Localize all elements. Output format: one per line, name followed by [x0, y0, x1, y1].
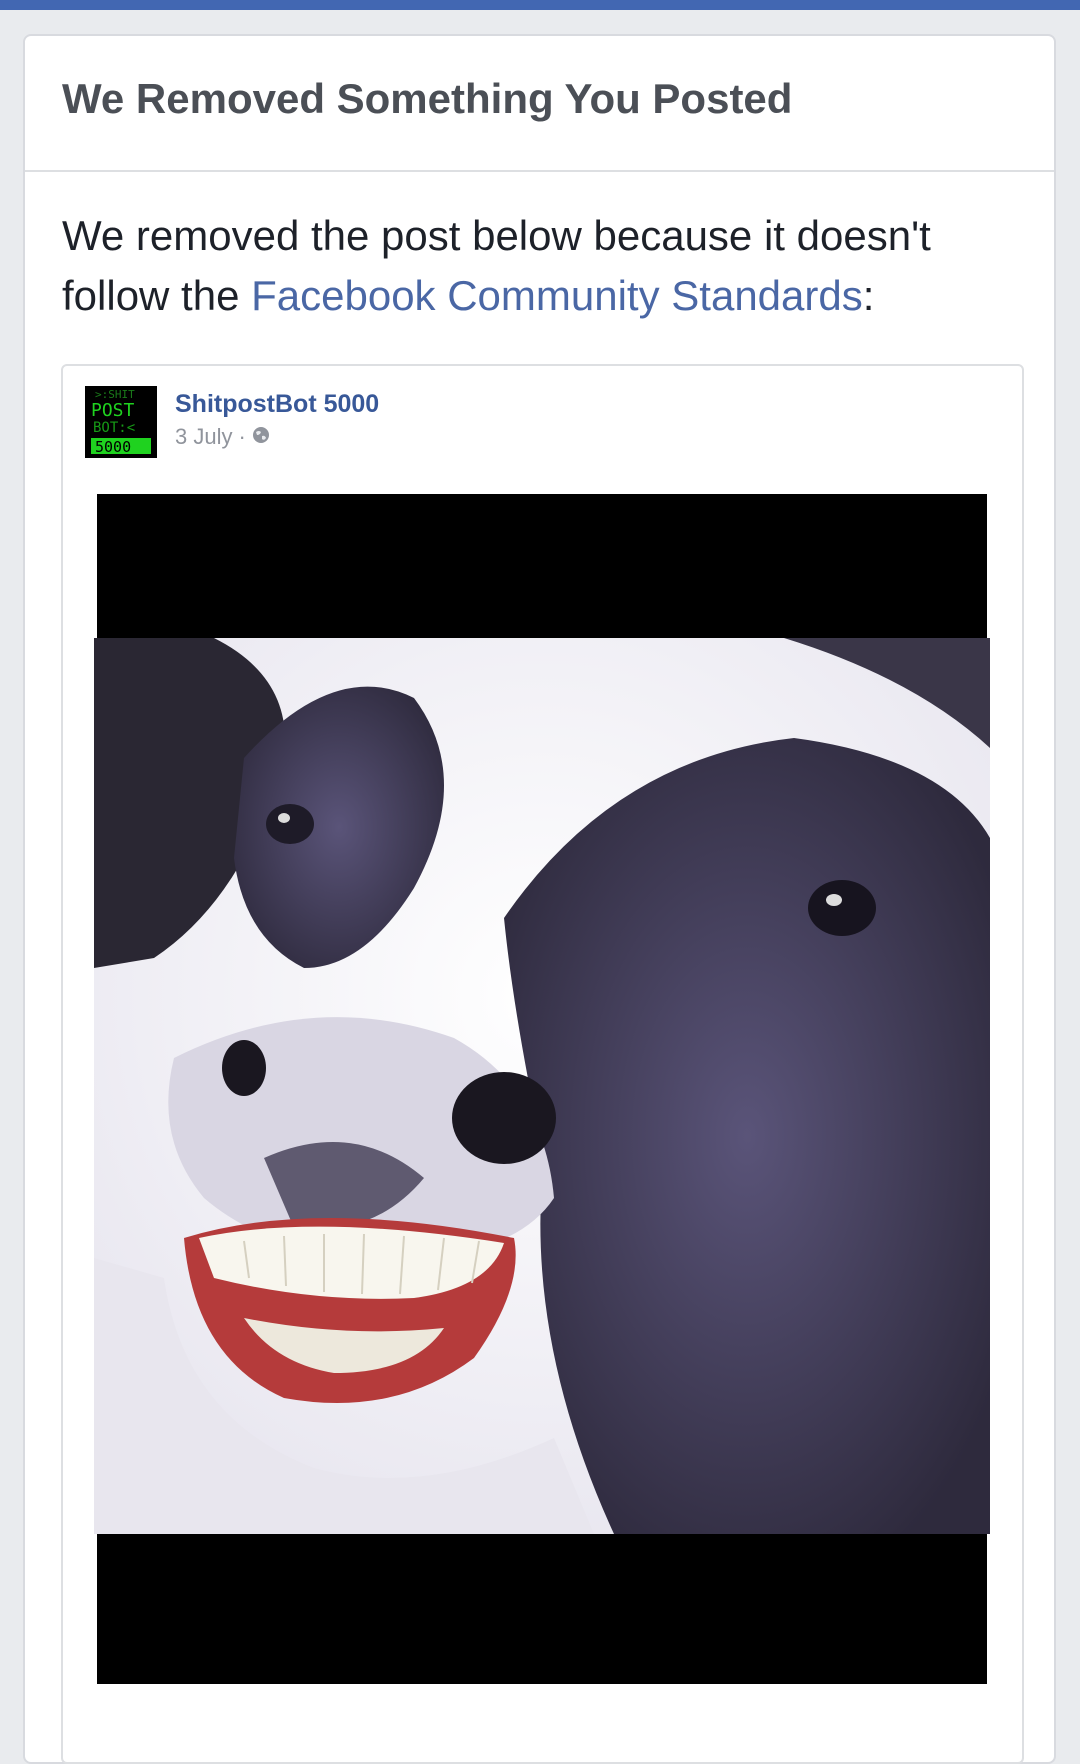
avatar-line4: 5000 [95, 438, 131, 456]
post-date[interactable]: 3 July [175, 424, 232, 450]
removed-post: >:SHIT POST BOT:< 5000 ShitpostBot 5000 … [61, 364, 1024, 1764]
post-media[interactable] [94, 494, 990, 1684]
avatar-line2: POST [91, 400, 135, 421]
cow-image [94, 638, 990, 1534]
removal-notice-card: We Removed Something You Posted We remov… [23, 34, 1056, 1764]
meta-separator: · [238, 424, 246, 449]
cow-photo [94, 638, 990, 1534]
card-title: We Removed Something You Posted [62, 75, 793, 122]
message-suffix: : [862, 272, 875, 319]
globe-icon [252, 424, 270, 450]
post-meta: 3 July · [175, 424, 270, 450]
card-header: We Removed Something You Posted [25, 36, 1054, 172]
removal-message: We removed the post below because it doe… [25, 172, 1054, 326]
community-standards-link[interactable]: Facebook Community Standards [251, 272, 863, 319]
avatar[interactable]: >:SHIT POST BOT:< 5000 [85, 386, 157, 458]
avatar-line3: BOT:< [93, 420, 135, 436]
top-brand-bar [0, 0, 1080, 10]
avatar-logo: >:SHIT POST BOT:< 5000 [85, 386, 157, 458]
post-author[interactable]: ShitpostBot 5000 [175, 390, 379, 419]
